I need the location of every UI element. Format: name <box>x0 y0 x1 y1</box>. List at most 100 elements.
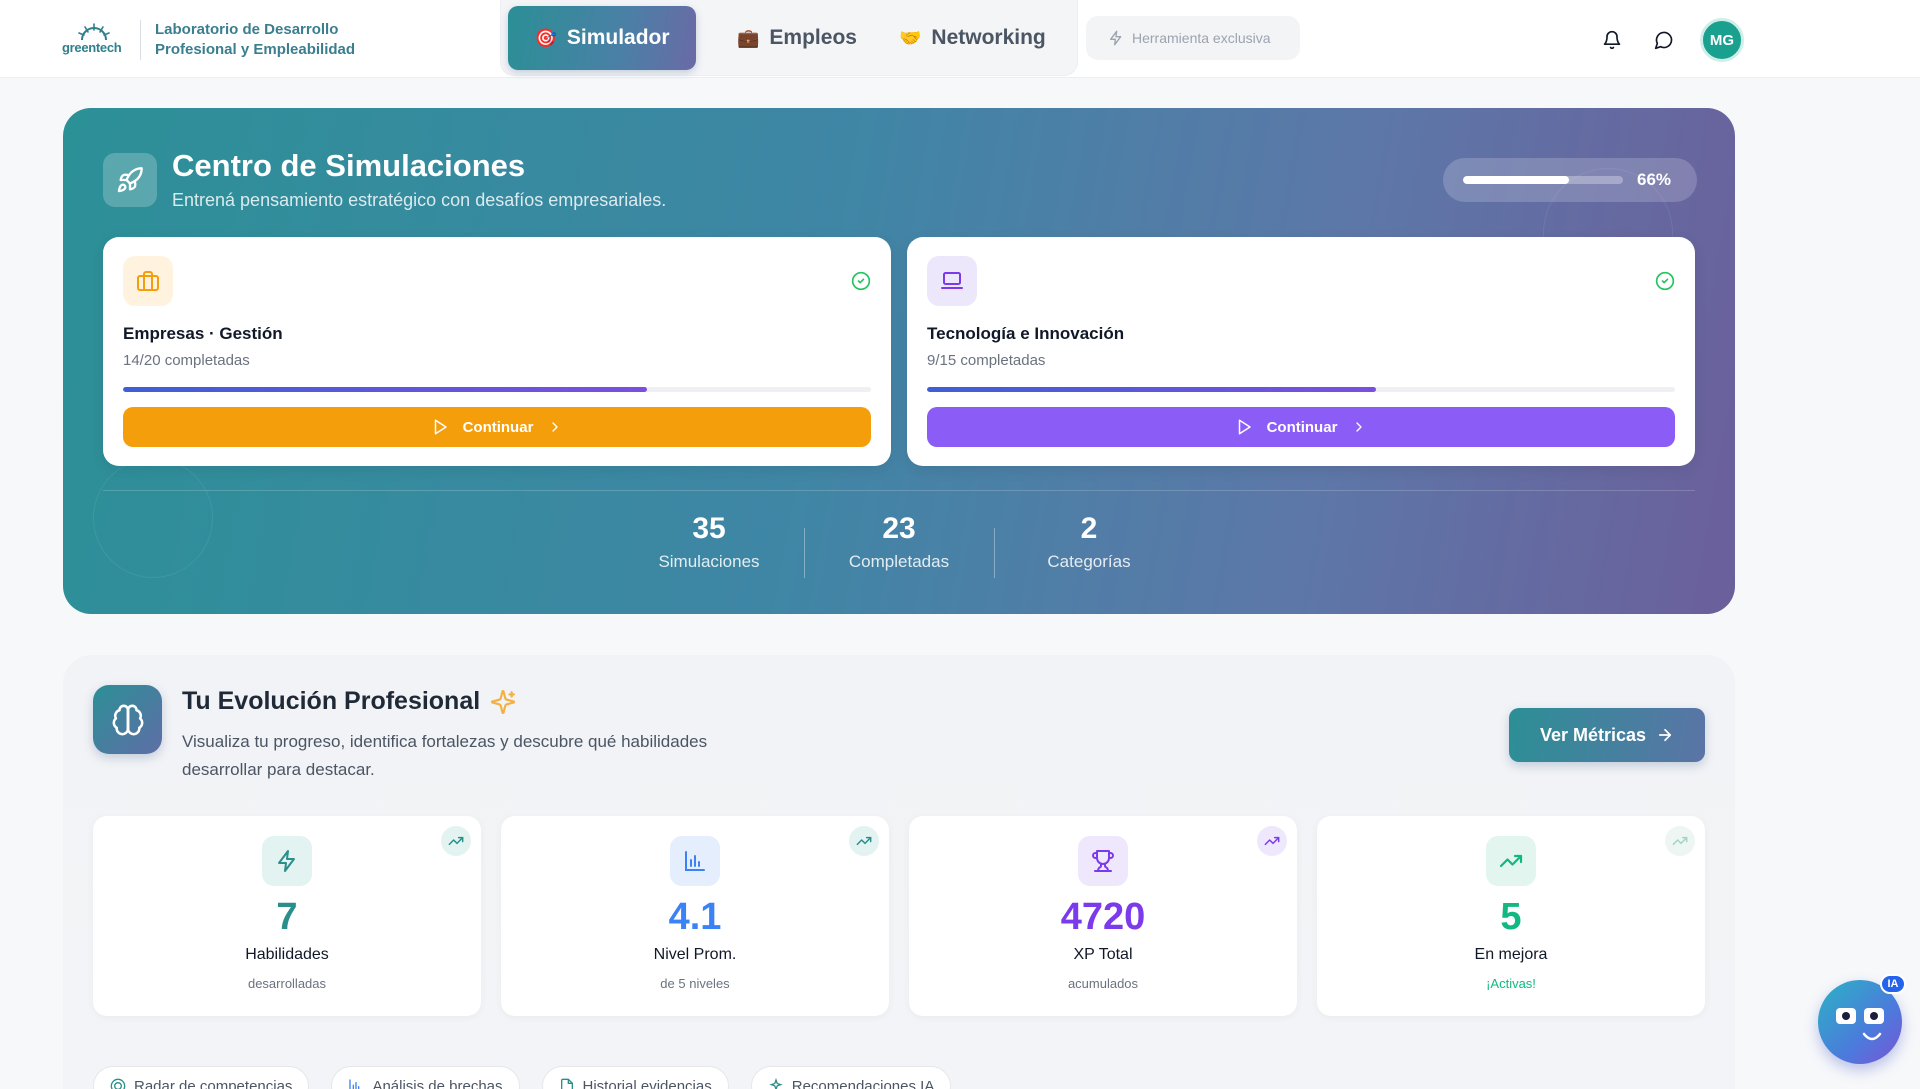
chip-label: Análisis de brechas <box>372 1077 503 1089</box>
ai-assistant-button[interactable]: IA <box>1812 974 1910 1072</box>
hero-divider <box>103 490 1695 491</box>
metric-label: En mejora <box>1474 946 1548 963</box>
chip-label: Recomendaciones IA <box>791 1077 935 1089</box>
overall-progress-text: 66% <box>1637 170 1672 189</box>
metric-sub: ¡Activas! <box>1486 976 1536 991</box>
chip-radar[interactable]: Radar de competencias <box>93 1066 310 1089</box>
overall-progress-fill <box>1463 176 1569 184</box>
trending-up-icon <box>441 826 471 856</box>
check-circle-icon <box>851 271 871 296</box>
tab-label: Networking <box>931 26 1046 49</box>
metric-card-mejora[interactable]: 5 En mejora ¡Activas! <box>1317 816 1705 1016</box>
chip-historial[interactable]: Historial evidencias <box>541 1066 729 1089</box>
trending-up-icon <box>1486 836 1536 886</box>
overall-progress-track <box>1463 176 1623 184</box>
card-progress-track <box>927 387 1675 392</box>
header-actions: MG <box>1596 18 1744 62</box>
brand-title: Laboratorio de Desarrollo Profesional y … <box>155 21 356 58</box>
tab-simulador[interactable]: 🎯 Simulador <box>508 6 696 70</box>
view-metrics-button[interactable]: Ver Métricas <box>1509 708 1705 762</box>
metric-value: 7 <box>276 896 298 938</box>
rocket-icon <box>103 153 157 207</box>
chevron-right-icon <box>552 422 559 432</box>
sparkles-icon <box>491 689 516 714</box>
hero-title: Centro de Simulaciones <box>172 148 526 183</box>
check-circle-icon <box>1655 271 1675 296</box>
professional-evolution-panel: Tu Evolución Profesional Visualiza tu pr… <box>63 655 1735 1089</box>
hero-subtitle: Entrená pensamiento estratégico con desa… <box>172 190 667 210</box>
robot-eye <box>1836 1008 1856 1024</box>
logo-text: greentech <box>62 40 122 55</box>
bell-icon <box>1603 30 1621 50</box>
notifications-button[interactable] <box>1596 20 1628 60</box>
evolution-description: Visualiza tu progreso, identifica fortal… <box>182 732 708 779</box>
briefcase-icon: 💼 <box>737 27 760 48</box>
evolution-chips: Radar de competencias Análisis de brecha… <box>93 1066 952 1089</box>
metric-value: 4.1 <box>668 896 722 938</box>
chevron-right-icon <box>1356 422 1363 432</box>
metric-label: XP Total <box>1073 946 1133 963</box>
tab-label: Simulador <box>566 26 670 49</box>
hero-stats: 35 Simulaciones 23 Completadas 2 Categor… <box>63 512 1735 578</box>
card-title: Tecnología e Innovación <box>927 324 1125 343</box>
trending-up-icon <box>849 826 879 856</box>
brand-divider <box>140 20 141 60</box>
continue-label: Continuar <box>462 418 534 436</box>
metric-card-habilidades[interactable]: 7 Habilidades desarrolladas <box>93 816 481 1016</box>
category-card-empresas[interactable]: Empresas · Gestión 14/20 completadas Con… <box>103 237 891 466</box>
stat-categorias: 2 Categorías <box>994 512 1184 578</box>
stat-simulaciones: 35 Simulaciones <box>614 512 804 572</box>
stat-label: Categorías <box>1047 552 1131 571</box>
trending-up-icon <box>1665 826 1695 856</box>
stat-value: 2 <box>1080 512 1098 545</box>
ai-badge: IA <box>1880 974 1906 994</box>
trending-up-icon <box>1257 826 1287 856</box>
stat-completadas: 23 Completadas <box>804 512 994 578</box>
metric-sub: de 5 niveles <box>660 976 730 991</box>
metric-card-xp[interactable]: 4720 XP Total acumulados <box>909 816 1297 1016</box>
document-icon <box>560 1078 573 1089</box>
tab-label: Empleos <box>769 26 857 49</box>
view-metrics-label: Ver Métricas <box>1539 724 1647 745</box>
briefcase-icon <box>123 256 173 306</box>
card-progress-track <box>123 387 871 392</box>
laptop-icon <box>927 256 977 306</box>
play-icon <box>434 419 447 435</box>
tab-networking[interactable]: 🤝 Networking <box>871 6 1074 70</box>
metric-label: Nivel Prom. <box>653 946 737 963</box>
bolt-icon <box>1110 30 1122 46</box>
chip-recomendaciones[interactable]: Recomendaciones IA <box>750 1066 952 1089</box>
card-progress-fill <box>123 387 647 392</box>
target-icon <box>110 1078 126 1089</box>
metric-value: 4720 <box>1060 896 1146 938</box>
play-icon <box>1238 419 1251 435</box>
metric-sub: desarrolladas <box>247 976 327 991</box>
stat-value: 35 <box>692 512 726 545</box>
trophy-icon <box>1078 836 1128 886</box>
exclusive-tool-badge: Herramienta exclusiva <box>1086 16 1300 60</box>
robot-eye <box>1864 1008 1884 1024</box>
brain-icon <box>93 685 162 754</box>
card-title: Empresas · Gestión <box>123 324 283 343</box>
metric-sub: acumulados <box>1067 976 1139 991</box>
chip-brechas[interactable]: Análisis de brechas <box>331 1066 520 1089</box>
brand[interactable]: greentech Laboratorio de Desarrollo Prof… <box>62 20 385 60</box>
user-avatar[interactable]: MG <box>1700 18 1744 62</box>
top-bar: greentech Laboratorio de Desarrollo Prof… <box>0 0 1920 78</box>
continue-button[interactable]: Continuar <box>123 407 871 447</box>
category-card-tecnologia[interactable]: Tecnología e Innovación 9/15 completadas… <box>907 237 1695 466</box>
continue-button[interactable]: Continuar <box>927 407 1675 447</box>
messages-button[interactable] <box>1648 20 1680 60</box>
chip-label: Historial evidencias <box>582 1077 712 1089</box>
tab-empleos[interactable]: 💼 Empleos <box>709 6 885 70</box>
overall-progress: 66% <box>1443 158 1697 202</box>
exclusive-label: Herramienta exclusiva <box>1132 30 1271 46</box>
metric-card-nivel[interactable]: 4.1 Nivel Prom. de 5 niveles <box>501 816 889 1016</box>
robot-smile <box>1862 1032 1882 1041</box>
stat-label: Simulaciones <box>658 552 760 571</box>
stat-label: Completadas <box>848 552 950 571</box>
chat-icon <box>1654 31 1673 50</box>
card-subtitle: 9/15 completadas <box>927 352 1046 369</box>
bar-chart-icon <box>670 836 720 886</box>
evolution-title: Tu Evolución Profesional <box>182 687 481 715</box>
